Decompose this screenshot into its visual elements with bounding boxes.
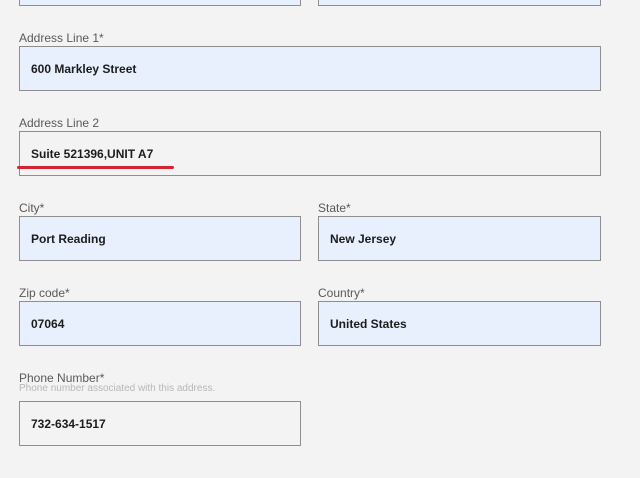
address-form: Address Line 1* 600 Markley Street Addre… bbox=[0, 0, 640, 478]
address-line-1-label: Address Line 1* bbox=[19, 31, 104, 45]
address-line-2-input[interactable]: Suite 521396,UNIT A7 bbox=[19, 131, 601, 176]
previous-field-right[interactable] bbox=[318, 0, 601, 6]
state-label: State* bbox=[318, 201, 351, 215]
city-input[interactable]: Port Reading bbox=[19, 216, 301, 261]
city-label: City* bbox=[19, 201, 45, 215]
address-line-1-input[interactable]: 600 Markley Street bbox=[19, 46, 601, 91]
address-line-2-label: Address Line 2 bbox=[19, 116, 100, 130]
country-input[interactable]: United States bbox=[318, 301, 601, 346]
phone-number-input[interactable]: 732-634-1517 bbox=[19, 401, 301, 446]
country-label: Country* bbox=[318, 286, 365, 300]
state-input[interactable]: New Jersey bbox=[318, 216, 601, 261]
phone-number-hint: Phone number associated with this addres… bbox=[19, 383, 216, 394]
previous-field-left[interactable] bbox=[19, 0, 301, 6]
zip-code-input[interactable]: 07064 bbox=[19, 301, 301, 346]
annotation-underline bbox=[17, 166, 174, 169]
zip-code-label: Zip code* bbox=[19, 286, 70, 300]
